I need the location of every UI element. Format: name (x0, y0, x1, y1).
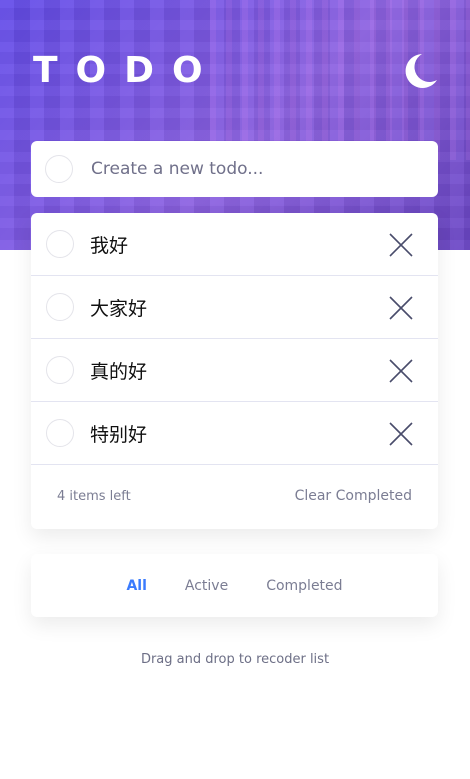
new-todo-input[interactable] (91, 159, 411, 179)
filter-active[interactable]: Active (185, 578, 228, 594)
todo-checkbox[interactable] (46, 293, 74, 321)
close-icon[interactable] (388, 358, 414, 384)
close-icon[interactable] (388, 295, 414, 321)
todo-text: 我好 (90, 234, 129, 257)
todo-item[interactable]: 大家好 (31, 276, 438, 339)
filter-all[interactable]: All (126, 578, 146, 594)
drag-drop-hint: Drag and drop to recoder list (140, 652, 330, 667)
items-left-count: 4 items left (57, 488, 131, 504)
todo-text: 特别好 (90, 423, 148, 446)
todo-checkbox[interactable] (46, 230, 74, 258)
todo-list: 我好 大家好 真的好 特别好 4 items left Clear Comple… (31, 213, 438, 529)
todo-checkbox[interactable] (46, 356, 74, 384)
clear-completed-button[interactable]: Clear Completed (295, 488, 412, 504)
new-todo-form (31, 141, 438, 197)
app-title: TODO (33, 50, 221, 91)
todo-item[interactable]: 特别好 (31, 402, 438, 465)
theme-toggle-button[interactable] (402, 52, 438, 90)
todo-checkbox[interactable] (46, 419, 74, 447)
todo-item[interactable]: 我好 (31, 213, 438, 276)
close-icon[interactable] (388, 232, 414, 258)
moon-icon (405, 54, 437, 88)
todo-text: 大家好 (90, 297, 148, 320)
new-todo-checkbox[interactable] (45, 155, 73, 183)
list-footer: 4 items left Clear Completed (31, 465, 438, 527)
close-icon[interactable] (388, 421, 414, 447)
todo-item[interactable]: 真的好 (31, 339, 438, 402)
todo-text: 真的好 (90, 360, 148, 383)
filter-completed[interactable]: Completed (266, 578, 342, 594)
filter-bar: All Active Completed (31, 554, 438, 617)
